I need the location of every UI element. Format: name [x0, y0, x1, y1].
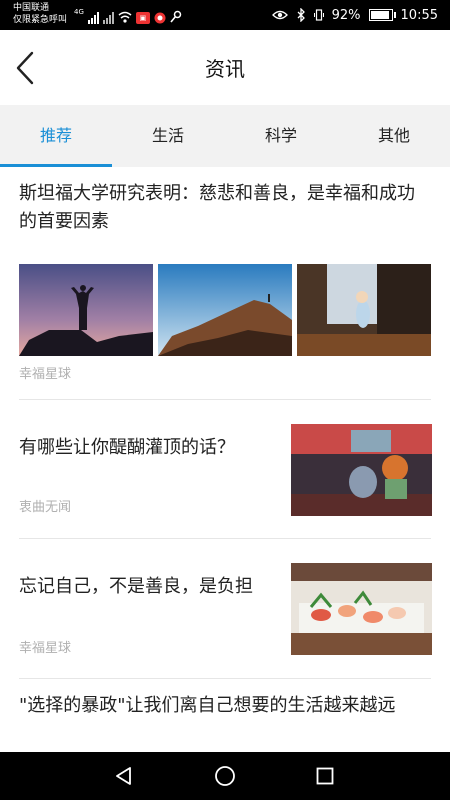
- emergency-only-label: 仅限紧急呼叫: [13, 15, 68, 25]
- vibrate-icon: [313, 9, 324, 21]
- tab-life[interactable]: 生活: [112, 105, 224, 167]
- page-title: 资讯: [205, 57, 245, 81]
- article-title: "选择的暴政"让我们离自己想要的生活越来越远: [19, 695, 396, 716]
- tab-other[interactable]: 其他: [338, 105, 450, 167]
- category-tabs: 推荐 生活 科学 其他: [0, 105, 450, 167]
- triangle-back-icon[interactable]: [114, 766, 134, 786]
- key-icon: [170, 10, 182, 23]
- signal-icon: [87, 10, 99, 24]
- tab-science[interactable]: 科学: [225, 105, 337, 167]
- article-title: 斯坦福大学研究表明：慈悲和善良，是幸福和成功的首要因素: [19, 183, 415, 232]
- article-item-2[interactable]: 有哪些让你醍醐灌顶的话？ 衷曲无闻: [19, 424, 432, 516]
- status-icons-left: 4G ▣: [74, 6, 182, 24]
- tab-recommended[interactable]: 推荐: [0, 105, 112, 167]
- circle-home-icon[interactable]: [214, 765, 236, 787]
- divider: [19, 678, 431, 679]
- app-notification-icon: ▣: [135, 12, 150, 24]
- article-source: 衷曲无闻: [19, 500, 72, 515]
- battery-icon: [368, 9, 396, 21]
- wifi-icon: [118, 11, 132, 23]
- divider: [19, 538, 431, 539]
- article-image-silhouette: [19, 264, 153, 356]
- status-bar: 中国联通 仅限紧急呼叫 4G ▣ 92% 10:55: [0, 0, 450, 30]
- battery-percent: 92%: [331, 7, 361, 23]
- article-item-3[interactable]: 忘记自己，不是善良，是负担 幸福星球: [19, 563, 432, 656]
- article-source: 幸福星球: [19, 641, 72, 656]
- status-icons-right: 92% 10:55: [271, 6, 438, 24]
- carrier-info: 中国联通 仅限紧急呼叫: [13, 2, 67, 26]
- eye-icon: [271, 10, 288, 20]
- article-thumbnail-food: [291, 563, 432, 655]
- app-logo-icon: [154, 12, 166, 24]
- article-item-1[interactable]: 斯坦福大学研究表明：慈悲和善良，是幸福和成功的首要因素 幸福星球: [19, 180, 431, 382]
- clock: 10:55: [400, 7, 438, 23]
- signal-icon-2: [102, 10, 114, 24]
- network-type: 4G: [74, 8, 84, 16]
- app-header: 资讯: [0, 30, 450, 105]
- bluetooth-icon: [297, 8, 305, 22]
- carrier-name: 中国联通: [13, 3, 50, 13]
- article-image-child-window: [297, 264, 431, 356]
- article-title: 有哪些让你醍醐灌顶的话？: [19, 437, 235, 458]
- article-source: 幸福星球: [19, 367, 72, 382]
- system-nav-bar: [0, 752, 450, 800]
- divider: [19, 399, 431, 400]
- article-title: 忘记自己，不是善良，是负担: [19, 576, 253, 597]
- article-image-mountain: [158, 264, 292, 356]
- article-thumbnail-cartoon: [291, 424, 432, 516]
- square-recents-icon[interactable]: [316, 767, 334, 785]
- article-item-4[interactable]: "选择的暴政"让我们离自己想要的生活越来越远: [19, 692, 431, 752]
